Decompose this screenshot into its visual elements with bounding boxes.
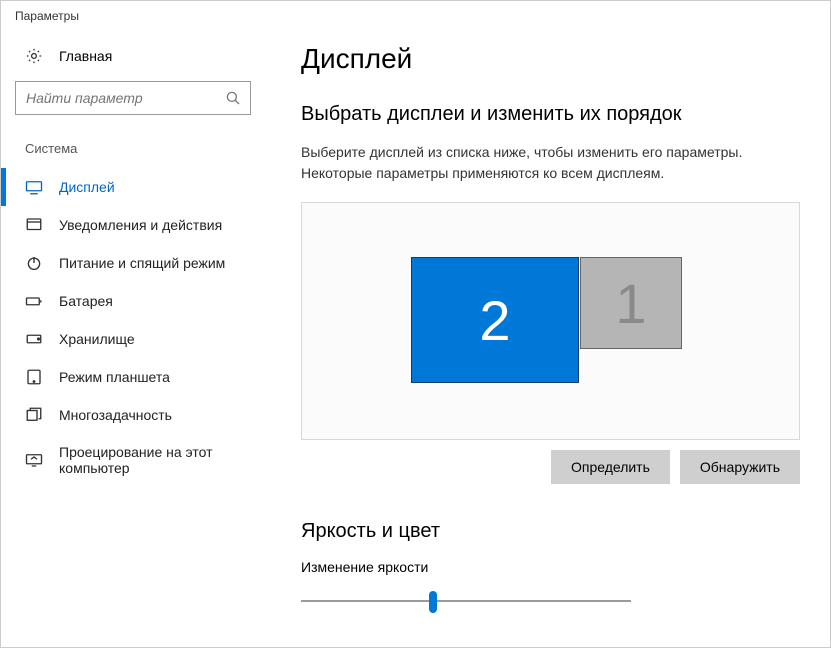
monitor-icon — [25, 178, 43, 196]
sidebar-item-label: Проецирование на этот компьютер — [59, 444, 271, 476]
main-content: Дисплей Выбрать дисплеи и изменить их по… — [271, 37, 830, 649]
sidebar-group-label: Система — [15, 141, 271, 168]
sidebar-item-label: Хранилище — [59, 331, 135, 347]
storage-icon — [25, 330, 43, 348]
battery-icon — [25, 292, 43, 310]
tablet-icon — [25, 368, 43, 386]
sidebar-item-battery[interactable]: Батарея — [15, 282, 271, 320]
sidebar-item-display[interactable]: Дисплей — [15, 168, 271, 206]
sidebar-item-label: Режим планшета — [59, 369, 170, 385]
sidebar-item-project[interactable]: Проецирование на этот компьютер — [15, 434, 271, 486]
home-label: Главная — [59, 48, 112, 64]
page-title: Дисплей — [301, 43, 800, 75]
sidebar-item-label: Многозадачность — [59, 407, 172, 423]
sidebar-item-power[interactable]: Питание и спящий режим — [15, 244, 271, 282]
notification-icon — [25, 216, 43, 234]
search-field[interactable] — [26, 90, 224, 106]
slider-track — [301, 600, 631, 602]
sidebar-item-multitask[interactable]: Многозадачность — [15, 396, 271, 434]
sidebar-item-label: Дисплей — [59, 179, 115, 195]
arrange-heading: Выбрать дисплеи и изменить их порядок — [301, 103, 800, 126]
detect-button[interactable]: Обнаружить — [680, 450, 800, 484]
brightness-heading: Яркость и цвет — [301, 520, 800, 543]
identify-button[interactable]: Определить — [551, 450, 670, 484]
sidebar-item-storage[interactable]: Хранилище — [15, 320, 271, 358]
gear-icon — [25, 47, 43, 65]
power-icon — [25, 254, 43, 272]
sidebar-item-label: Уведомления и действия — [59, 217, 222, 233]
slider-thumb[interactable] — [429, 591, 437, 613]
brightness-slider[interactable] — [301, 591, 631, 611]
search-icon — [224, 89, 242, 107]
project-icon — [25, 451, 43, 469]
sidebar: Главная Система Дисплей Уведомления и де… — [1, 37, 271, 649]
monitor-2[interactable]: 2 — [411, 257, 579, 383]
arrange-description: Выберите дисплей из списка ниже, чтобы и… — [301, 142, 800, 184]
monitor-1[interactable]: 1 — [580, 257, 682, 349]
window-title: Параметры — [1, 1, 830, 37]
search-input[interactable] — [15, 81, 251, 115]
display-arrangement-canvas[interactable]: 2 1 — [301, 202, 800, 440]
sidebar-item-tablet[interactable]: Режим планшета — [15, 358, 271, 396]
multitask-icon — [25, 406, 43, 424]
sidebar-item-label: Батарея — [59, 293, 113, 309]
home-button[interactable]: Главная — [15, 37, 271, 81]
sidebar-item-label: Питание и спящий режим — [59, 255, 225, 271]
brightness-label: Изменение яркости — [301, 559, 800, 575]
sidebar-item-notifications[interactable]: Уведомления и действия — [15, 206, 271, 244]
